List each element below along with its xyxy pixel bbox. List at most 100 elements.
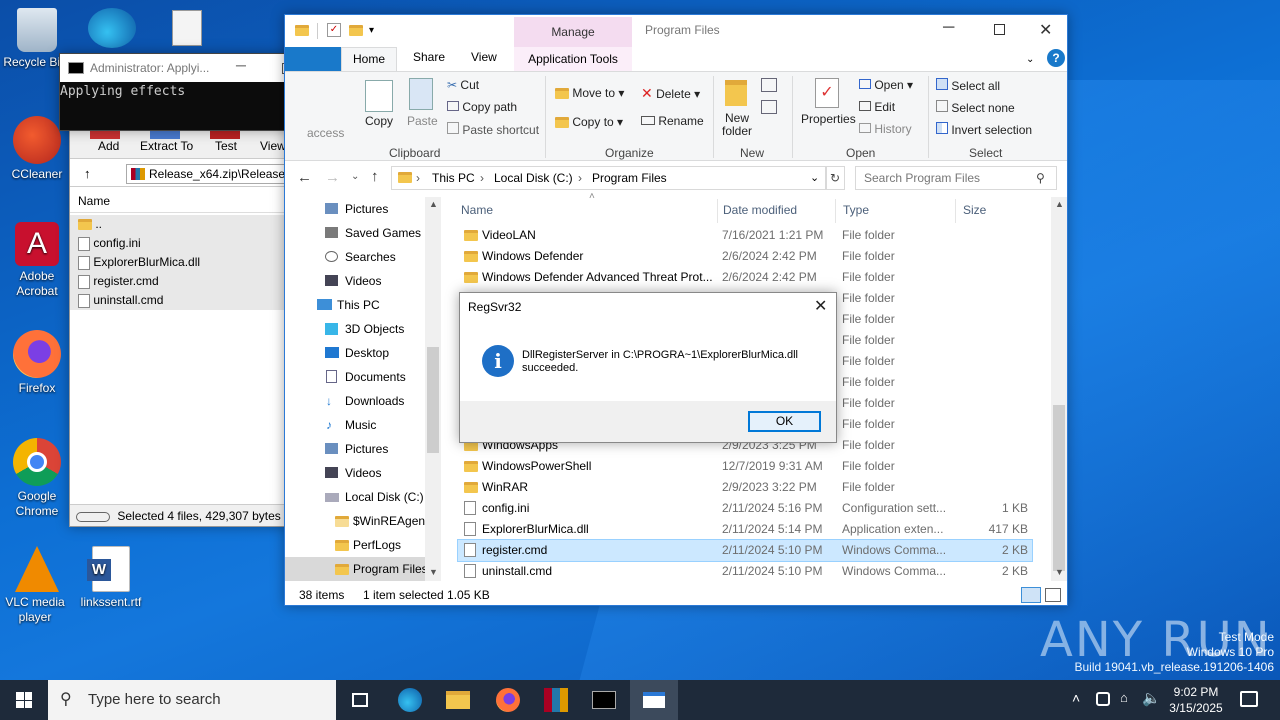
nav-item-3d-objects[interactable]: 3D Objects	[285, 317, 425, 341]
column-header-date[interactable]: Date modified	[723, 203, 797, 217]
nav-item-program-files[interactable]: Program Files	[285, 557, 441, 581]
list-item[interactable]: ExplorerBlurMica.dll	[70, 253, 290, 272]
ok-button[interactable]: OK	[748, 411, 821, 432]
list-item[interactable]: ..	[70, 215, 290, 234]
winrar-test-button[interactable]: Test	[215, 139, 237, 153]
new-item-icon[interactable]	[761, 78, 777, 92]
delete-button[interactable]: ✕ Delete ▾	[641, 85, 700, 102]
nav-item-music[interactable]: ♪ Music	[285, 413, 425, 437]
address-dropdown-icon[interactable]: ⌄	[810, 167, 819, 189]
desktop-icon-linkssent[interactable]: W linkssent.rtf	[76, 546, 146, 610]
file-row[interactable]: ExplorerBlurMica.dll 2/11/2024 5:14 PM App…	[458, 519, 1032, 540]
back-arrow-icon[interactable]: ←	[297, 169, 312, 186]
desktop-icon-acrobat[interactable]: A Adobe Acrobat	[2, 222, 72, 299]
tab-home[interactable]: Home	[341, 47, 397, 71]
nav-scroll-thumb[interactable]	[427, 347, 439, 453]
nav-item-documents[interactable]: Documents	[285, 365, 425, 389]
network-wired-icon[interactable]: ⌂	[1120, 690, 1134, 705]
file-row[interactable]: WinRAR 2/9/2023 3:22 PM File folder	[458, 477, 1032, 498]
image-file-desktop-icon[interactable]	[172, 10, 202, 46]
notification-icon[interactable]	[1240, 691, 1258, 707]
move-to-button[interactable]: Move to ▾	[555, 86, 624, 100]
network-icon[interactable]	[1096, 692, 1110, 706]
nav-item-videos[interactable]: Videos	[285, 269, 425, 293]
up-arrow-icon[interactable]: ↑	[371, 168, 379, 185]
select-none-button[interactable]: Select none	[936, 100, 1015, 115]
task-view-button[interactable]	[336, 680, 384, 720]
file-row[interactable]: uninstall.cmd 2/11/2024 5:10 PM Windows Co…	[458, 561, 1032, 582]
start-button[interactable]	[0, 680, 48, 720]
file-row[interactable]: VideoLAN 7/16/2021 1:21 PM File folder	[458, 225, 1032, 246]
taskbar-regsvr32[interactable]	[630, 680, 678, 720]
select-all-button[interactable]: Select all	[936, 78, 1000, 93]
rename-button[interactable]: Rename	[641, 114, 704, 128]
file-list-scrollbar[interactable]: ▲ ▼	[1051, 197, 1067, 581]
list-item[interactable]: config.ini	[70, 234, 290, 253]
file-tab[interactable]	[285, 47, 341, 71]
properties-quick-icon[interactable]: ✓	[327, 23, 341, 37]
up-arrow-icon[interactable]: ↑	[84, 166, 91, 181]
minimize-icon[interactable]: ─	[236, 57, 246, 73]
taskbar-firefox[interactable]	[484, 680, 532, 720]
manage-context-tab[interactable]: Manage	[514, 17, 632, 47]
nav-item-perflogs[interactable]: PerfLogs	[285, 533, 425, 557]
desktop-icon-vlc[interactable]: VLC media player	[2, 546, 72, 625]
copy-to-button[interactable]: Copy to ▾	[555, 115, 623, 129]
file-row[interactable]: WindowsPowerShell 12/7/2019 9:31 AM File f…	[458, 456, 1032, 477]
desktop-icon-chrome[interactable]: Google Chrome	[2, 438, 72, 519]
file-row[interactable]: register.cmd 2/11/2024 5:10 PM Windows Com…	[457, 539, 1033, 562]
paste-shortcut-button[interactable]: Paste shortcut	[447, 122, 539, 137]
taskbar-cmd[interactable]	[580, 680, 628, 720]
help-icon[interactable]: ?	[1047, 49, 1065, 67]
forward-arrow-icon[interactable]: →	[325, 169, 340, 186]
invert-selection-button[interactable]: Invert selection	[936, 122, 1032, 137]
volume-icon[interactable]: 🔈	[1142, 689, 1161, 707]
breadcrumb-this-pc[interactable]: This PC	[432, 167, 475, 189]
dialog-close-icon[interactable]: ✕	[814, 296, 827, 316]
new-folder-button[interactable]: New folder	[722, 112, 752, 138]
nav-item-local-disk[interactable]: Local Disk (C:)	[285, 485, 425, 509]
list-item[interactable]: register.cmd	[70, 272, 290, 291]
search-input[interactable]: Search Program Files ⚲	[855, 166, 1057, 190]
nav-scrollbar[interactable]: ▲ ▼	[425, 197, 441, 581]
copy-button[interactable]: Copy	[365, 114, 393, 128]
file-scroll-thumb[interactable]	[1053, 405, 1065, 571]
cut-button[interactable]: ✂ Cut	[447, 78, 479, 92]
copy-path-button[interactable]: Copy path	[447, 100, 517, 114]
winrar-path-field[interactable]: Release_x64.zip\Release - ZIP	[126, 164, 290, 184]
nav-item-downloads[interactable]: ↓ Downloads	[285, 389, 425, 413]
close-icon[interactable]: ✕	[1039, 20, 1052, 40]
winrar-view-button[interactable]: View	[260, 139, 286, 153]
nav-item-this-pc[interactable]: This PC	[285, 293, 425, 317]
history-button[interactable]: History	[859, 122, 912, 136]
nav-item-pictures[interactable]: Pictures	[285, 197, 425, 221]
open-button[interactable]: Open ▾	[859, 78, 913, 92]
taskbar-search-box[interactable]: ⚲ Type here to search	[48, 680, 336, 720]
breadcrumb-local-disk[interactable]: Local Disk (C:)	[494, 167, 573, 189]
nav-item-saved-games[interactable]: Saved Games	[285, 221, 425, 245]
refresh-icon[interactable]: ↻	[825, 166, 845, 190]
file-row[interactable]: Windows Defender 2/6/2024 2:42 PM File fol…	[458, 246, 1032, 267]
minimize-icon[interactable]: ─	[943, 19, 954, 37]
clock[interactable]: 9:02 PM 3/15/2025	[1166, 684, 1226, 716]
tab-share[interactable]: Share	[413, 50, 445, 64]
list-item[interactable]: uninstall.cmd	[70, 291, 290, 310]
column-header-type[interactable]: Type	[843, 203, 869, 217]
chevron-down-icon[interactable]: ▾	[369, 25, 374, 36]
details-view-icon[interactable]	[1021, 587, 1041, 603]
nav-item-searches[interactable]: Searches	[285, 245, 425, 269]
taskbar-file-explorer[interactable]	[434, 680, 482, 720]
edge-desktop-icon[interactable]	[88, 8, 136, 48]
taskbar-winrar[interactable]	[532, 680, 580, 720]
maximize-icon[interactable]	[994, 24, 1005, 35]
tab-view[interactable]: View	[471, 50, 497, 64]
paste-button[interactable]: Paste	[407, 114, 438, 128]
nav-item-desktop[interactable]: Desktop	[285, 341, 425, 365]
winrar-extract-button[interactable]: Extract To	[140, 139, 193, 153]
column-header-name[interactable]: Name	[461, 203, 493, 217]
easy-access-icon[interactable]	[761, 100, 777, 114]
tray-chevron-icon[interactable]: ˄	[1072, 690, 1080, 706]
file-row[interactable]: config.ini 2/11/2024 5:16 PM Configuration…	[458, 498, 1032, 519]
desktop-icon-firefox[interactable]: Firefox	[2, 330, 72, 396]
large-icons-view-icon[interactable]	[1045, 588, 1061, 602]
